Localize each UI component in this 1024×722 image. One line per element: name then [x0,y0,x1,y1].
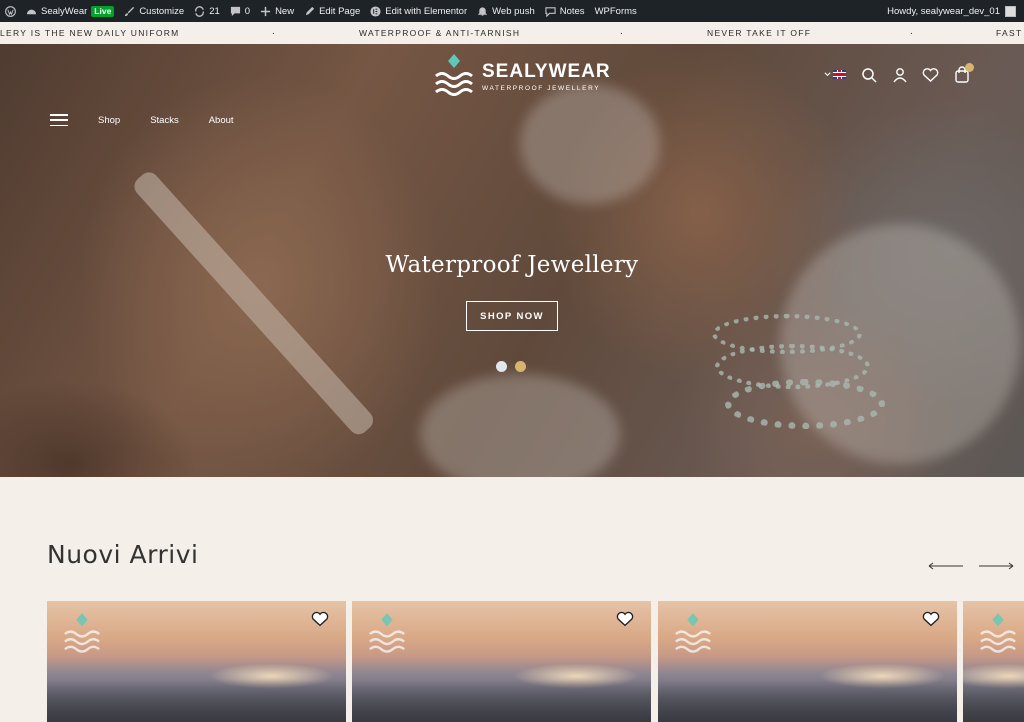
language-switcher[interactable] [824,70,846,79]
avatar [1005,5,1016,17]
heart-icon[interactable] [311,610,329,628]
updates-link[interactable]: 21 [189,0,225,22]
main-nav: Shop Stacks About [50,114,234,126]
howdy-text: Howdy, sealywear_dev_01 [887,5,1000,17]
new-content-link[interactable]: New [255,0,299,22]
section-title: Nuovi Arrivi [47,540,199,569]
product-card[interactable] [963,601,1024,722]
card-logo-icon [64,613,100,653]
marquee-separator: . [272,26,277,37]
pencil-icon [304,6,315,17]
wordpress-icon [5,5,16,17]
updates-icon [194,5,205,17]
carousel-arrows [928,561,1014,571]
nav-stacks[interactable]: Stacks [150,115,179,126]
site-name: SealyWear [41,5,88,17]
wpforms-label: WPForms [594,5,637,17]
arrow-right-icon[interactable] [978,561,1014,571]
notes-icon [545,6,556,17]
user-icon[interactable] [891,66,908,83]
plus-icon [260,6,271,17]
card-image-waves [658,680,957,722]
arrow-left-icon[interactable] [928,561,964,571]
cart-count-badge [965,63,974,72]
customize-label: Customize [139,5,185,17]
product-card[interactable] [352,601,651,722]
slider-dots [496,361,526,372]
edit-page-link[interactable]: Edit Page [299,0,365,22]
comment-icon [230,6,241,17]
hero-title: Waterproof Jewellery [385,252,639,278]
site-name-link[interactable]: SealyWear Live [21,0,119,22]
bell-icon [477,6,488,17]
bag-icon[interactable] [953,63,974,83]
marquee-item: LERY IS THE NEW DAILY UNIFORM [0,28,180,38]
notes-label: Notes [559,5,585,17]
wpforms-link[interactable]: WPForms [590,0,642,22]
brush-icon [124,6,135,17]
edit-page-label: Edit Page [319,5,361,17]
live-badge: Live [91,5,115,17]
nav-shop[interactable]: Shop [98,115,120,126]
account-menu[interactable]: Howdy, sealywear_dev_01 [887,5,1024,17]
wp-admin-bar: SealyWear Live Customize 21 0 New Edit P… [0,0,1024,22]
marquee-item: WATERPROOF & ANTI-TARNISH [359,28,521,38]
marquee-item: NEVER TAKE IT OFF [707,28,812,38]
wishlist-heart-icon[interactable] [922,66,939,83]
chevron-down-icon [824,72,831,77]
heart-icon[interactable] [616,610,634,628]
comments-link[interactable]: 0 [225,0,255,22]
marquee-separator: . [620,26,625,37]
nav-about[interactable]: About [209,115,234,126]
card-logo-icon [369,613,405,653]
new-label: New [275,5,295,17]
uk-flag-icon [833,70,846,79]
card-logo-icon [675,613,711,653]
site-logo[interactable]: SEALYWEAR WATERPROOF JEWELLERY [434,54,611,98]
card-image-waves [352,680,651,722]
slider-dot-2[interactable] [515,361,526,372]
dashboard-icon [26,6,37,17]
edit-elementor-label: Edit with Elementor [385,5,468,17]
logo-name: SEALYWEAR [482,60,611,82]
web-push-label: Web push [492,5,535,17]
menu-icon[interactable] [50,114,68,126]
shop-now-button[interactable]: SHOP NOW [466,301,558,331]
header-actions [824,63,974,83]
edit-elementor-link[interactable]: Edit with Elementor [365,0,472,22]
web-push-link[interactable]: Web push [472,0,540,22]
comments-count: 0 [244,5,251,17]
slider-dot-1[interactable] [496,361,507,372]
card-image-waves [963,680,1024,722]
search-icon[interactable] [860,66,877,83]
logo-tagline: WATERPROOF JEWELLERY [482,84,601,92]
product-card[interactable] [47,601,346,722]
product-card[interactable] [658,601,957,722]
announcement-marquee: LERY IS THE NEW DAILY UNIFORM . WATERPRO… [0,22,1024,44]
logo-mark-icon [435,54,473,96]
customize-link[interactable]: Customize [119,0,189,22]
elementor-icon [370,5,381,17]
card-image-waves [47,680,346,722]
logo-text: SEALYWEAR WATERPROOF JEWELLERY [482,61,611,92]
marquee-item: FAST I [996,28,1024,38]
heart-icon[interactable] [922,610,940,628]
updates-count: 21 [209,5,220,17]
wordpress-menu[interactable] [0,0,21,22]
card-logo-icon [980,613,1016,653]
marquee-separator: . [910,26,915,37]
notes-link[interactable]: Notes [540,0,590,22]
